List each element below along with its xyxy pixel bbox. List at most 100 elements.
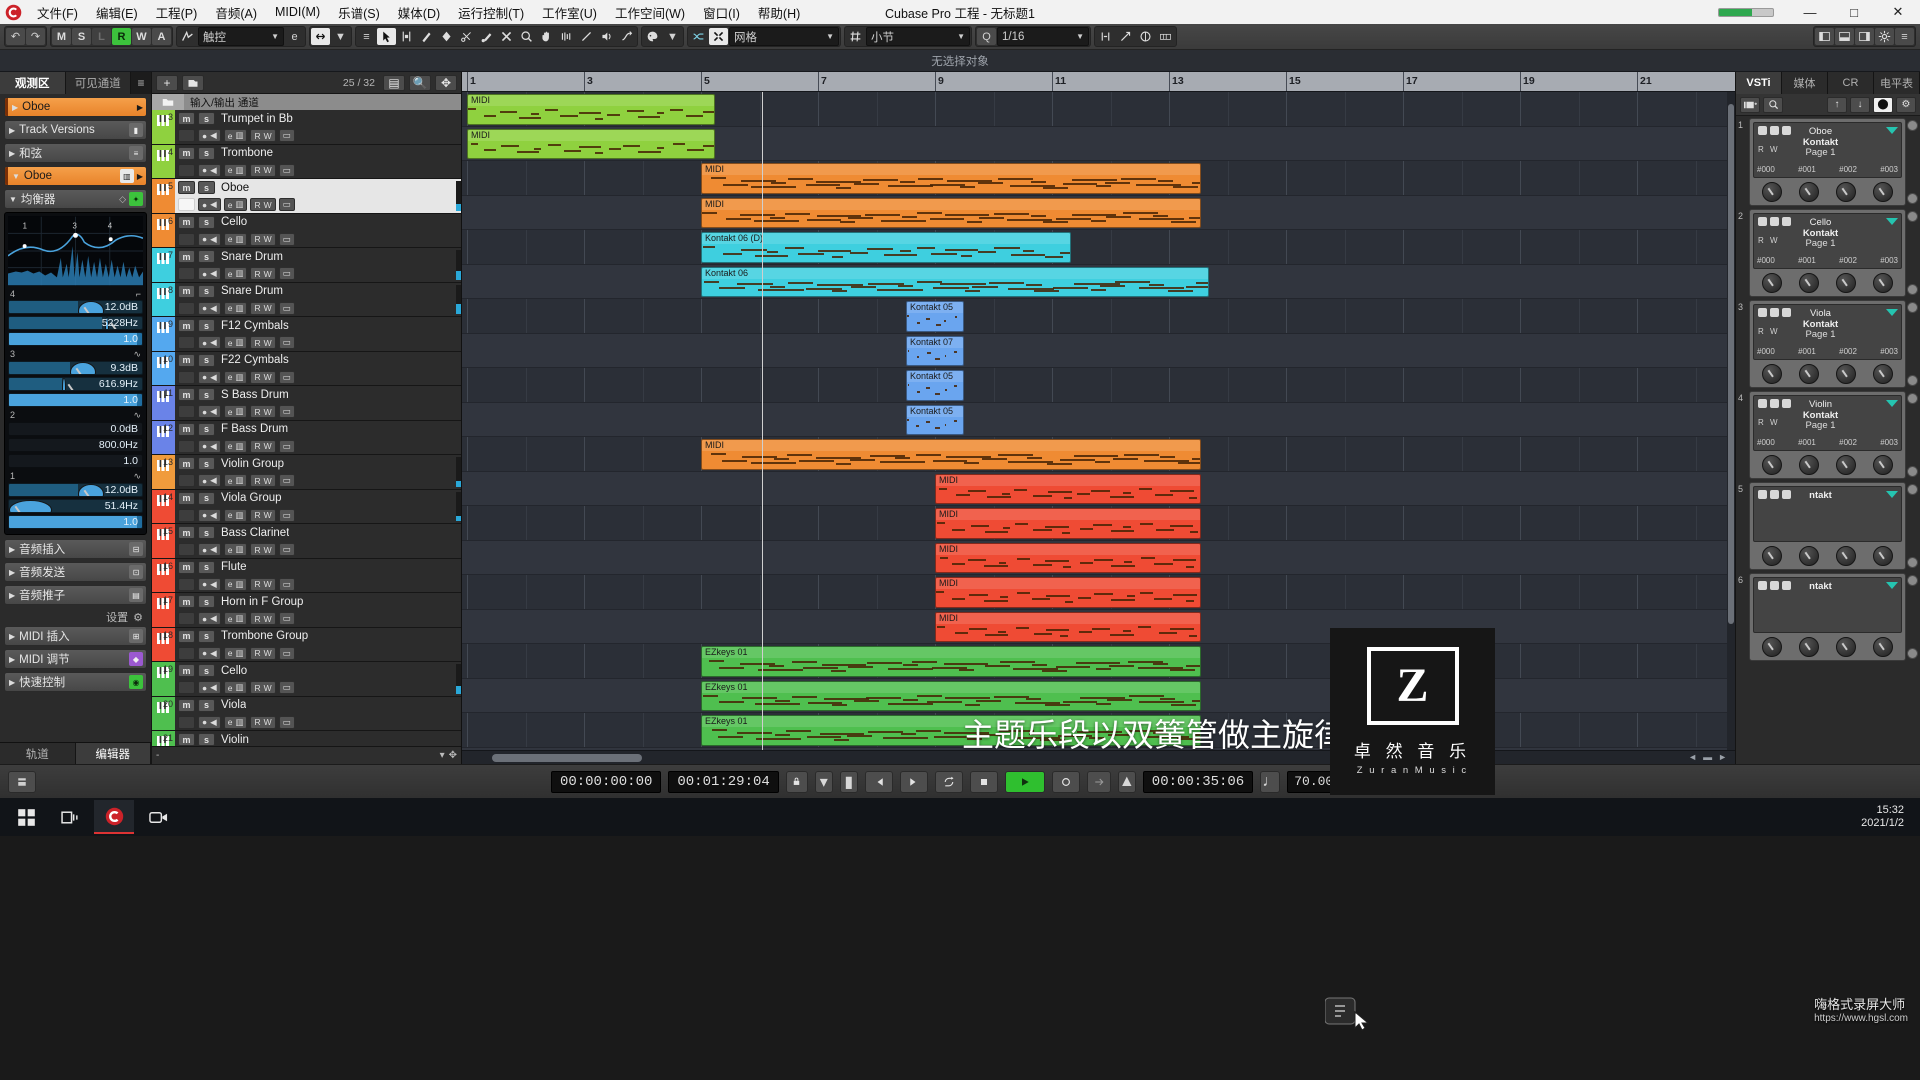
slot-display[interactable]: Oboe Kontakt R W Page 1 #000 #001 #002 #003 bbox=[1753, 122, 1902, 178]
quick-control-knob[interactable] bbox=[1873, 273, 1893, 293]
slot-display[interactable]: ntakt bbox=[1753, 577, 1902, 633]
warp-tool-icon[interactable] bbox=[617, 28, 636, 45]
table-row[interactable]: 4 m s Trombone ● ◀ e ▥ R W ▭ bbox=[152, 145, 461, 180]
eq-band-3-shape-icon[interactable]: ∿ bbox=[133, 349, 141, 360]
track-name[interactable]: Violin bbox=[221, 734, 249, 746]
slot-param[interactable]: #000 bbox=[1757, 438, 1775, 447]
midi-clip[interactable]: MIDI bbox=[701, 198, 1201, 229]
solo-button[interactable]: s bbox=[198, 112, 215, 125]
rewind-button[interactable] bbox=[865, 771, 893, 793]
solo-button[interactable]: s bbox=[198, 147, 215, 160]
eq-editor[interactable]: 1 3 4 4 ⌐ 12.0dB 5228Hz 1.0 3 ∿ 9.3dB 61… bbox=[4, 212, 147, 535]
menu-studio[interactable]: 工作室(U) bbox=[533, 1, 606, 24]
track-record-controls[interactable]: ● ◀ bbox=[198, 164, 221, 177]
minimize-button[interactable]: — bbox=[1788, 0, 1832, 24]
track-blank-slot[interactable] bbox=[178, 164, 195, 177]
track-automation-controls[interactable]: RW bbox=[250, 198, 275, 211]
track-name[interactable]: Cello bbox=[221, 665, 247, 677]
transport-menu-icon[interactable] bbox=[8, 771, 36, 793]
table-row[interactable]: 21msViolin●◀e▥RW▭ bbox=[152, 731, 461, 746]
instrument-slot[interactable]: 6 ntakt bbox=[1738, 573, 1918, 661]
inspector-section-eq[interactable]: ▼ 均衡器 ◇ ✦ bbox=[4, 189, 147, 209]
track-edit-controls[interactable]: e ▥ bbox=[224, 509, 248, 522]
automation-l[interactable]: L bbox=[92, 28, 111, 45]
slot-param[interactable]: #001 bbox=[1798, 165, 1816, 174]
track-color-strip[interactable]: 15 bbox=[152, 524, 175, 558]
add-track-button[interactable]: + bbox=[156, 75, 178, 91]
slot-panel[interactable]: Cello Kontakt R W Page 1 #000 #001 #002 #003 bbox=[1749, 209, 1906, 297]
track-color-strip[interactable]: 18 bbox=[152, 628, 175, 662]
table-row[interactable]: 9 m s F12 Cymbals ● ◀ e ▥ R W ▭ bbox=[152, 317, 461, 352]
track-filter-icon[interactable]: ▤ bbox=[383, 75, 405, 91]
track-name[interactable]: Trombone bbox=[221, 147, 273, 159]
inspector-settings-row[interactable]: 设置 ⚙ bbox=[4, 608, 147, 626]
eq-curve-display[interactable]: 1 3 4 bbox=[8, 216, 143, 286]
playhead[interactable] bbox=[762, 72, 763, 750]
instrument-slot[interactable]: 3 Viola Kontakt R W Page 1 #000 #001 #002 #003 bbox=[1738, 300, 1918, 388]
track-record-controls[interactable]: ● ◀ bbox=[198, 440, 221, 453]
slot-display[interactable]: Cello Kontakt R W Page 1 #000 #001 #002 #003 bbox=[1753, 213, 1902, 269]
quick-control-knob[interactable] bbox=[1762, 273, 1782, 293]
midi-clip[interactable]: Kontakt 05 bbox=[906, 405, 964, 436]
track-edit-controls[interactable]: e ▥ bbox=[224, 302, 248, 315]
solo-button[interactable]: s bbox=[198, 664, 215, 677]
quantize-chevron-icon[interactable]: ▼ bbox=[1076, 32, 1084, 41]
collapse-all-icon[interactable]: ⬤ bbox=[1873, 97, 1893, 113]
quick-controls-icon[interactable]: ◉ bbox=[129, 675, 143, 689]
track-blank-slot[interactable] bbox=[178, 543, 195, 556]
midi-clip[interactable]: MIDI bbox=[935, 508, 1201, 539]
mute-button[interactable]: m bbox=[178, 526, 195, 539]
track-blank-slot[interactable] bbox=[178, 336, 195, 349]
inspector-section-audio-fader[interactable]: ▶ 音频推子 ▤ bbox=[4, 585, 147, 605]
track-blank-slot[interactable] bbox=[178, 474, 195, 487]
move-up-icon[interactable]: ↑ bbox=[1827, 97, 1847, 113]
slot-param[interactable]: #000 bbox=[1757, 256, 1775, 265]
expand-arrow-icon[interactable]: ▶ bbox=[9, 126, 15, 135]
eq-band-3-q-slider[interactable]: 1.0 bbox=[8, 393, 143, 407]
track-record-controls[interactable]: ● ◀ bbox=[198, 405, 221, 418]
mute-button[interactable]: m bbox=[178, 250, 195, 263]
snap-chevron-icon[interactable]: ▼ bbox=[826, 32, 834, 41]
collapse-arrow-icon[interactable]: ▼ bbox=[9, 195, 17, 204]
track-lane-controls[interactable]: ▭ bbox=[279, 233, 295, 246]
slot-panel[interactable]: ntakt bbox=[1749, 573, 1906, 661]
track-name[interactable]: F12 Cymbals bbox=[221, 320, 289, 332]
zoom-slider-icon[interactable]: ▬ bbox=[1703, 752, 1712, 762]
midi-clip[interactable]: Kontakt 06 bbox=[701, 267, 1209, 298]
quick-control-knob[interactable] bbox=[1799, 273, 1819, 293]
slot-param[interactable]: #002 bbox=[1839, 256, 1857, 265]
menu-edit[interactable]: 编辑(E) bbox=[87, 1, 147, 24]
track-color-strip[interactable]: 19 bbox=[152, 662, 175, 696]
track-record-controls[interactable]: ● ◀ bbox=[198, 612, 221, 625]
tab-media[interactable]: 媒体 bbox=[1782, 72, 1828, 94]
midi-clip[interactable]: MIDI bbox=[467, 129, 715, 160]
quick-control-knob[interactable] bbox=[1836, 182, 1856, 202]
midi-clip[interactable]: MIDI bbox=[935, 612, 1201, 643]
menu-help[interactable]: 帮助(H) bbox=[749, 1, 809, 24]
stop-button[interactable] bbox=[970, 771, 998, 793]
bottom-tab-editor[interactable]: 编辑器 bbox=[76, 743, 152, 764]
solo-button[interactable]: s bbox=[198, 699, 215, 712]
track-color-strip[interactable]: 14 bbox=[152, 490, 175, 524]
arrange-horizontal-scrollbar[interactable]: ◄ ▬ ► bbox=[462, 750, 1735, 764]
grid-chevron-icon[interactable]: ▼ bbox=[957, 32, 965, 41]
track-edit-controls[interactable]: e ▥ bbox=[224, 440, 248, 453]
slot-param[interactable]: #003 bbox=[1880, 165, 1898, 174]
track-automation-controls[interactable]: RW bbox=[250, 612, 275, 625]
slot-param[interactable]: #001 bbox=[1798, 256, 1816, 265]
mute-button[interactable]: m bbox=[178, 181, 195, 194]
quick-control-knob[interactable] bbox=[1873, 637, 1893, 657]
track-blank-slot[interactable] bbox=[178, 612, 195, 625]
slot-scroll-handles[interactable] bbox=[1906, 391, 1918, 479]
track-name[interactable]: Snare Drum bbox=[221, 251, 283, 263]
mute-button[interactable]: m bbox=[178, 319, 195, 332]
expand-arrow-icon[interactable]: ▶ bbox=[9, 632, 15, 641]
track-name[interactable]: S Bass Drum bbox=[221, 389, 289, 401]
slot-display[interactable]: Viola Kontakt R W Page 1 #000 #001 #002 #003 bbox=[1753, 304, 1902, 360]
split-tool-icon[interactable] bbox=[457, 28, 476, 45]
search-icon[interactable] bbox=[1763, 97, 1783, 113]
track-blank-slot[interactable] bbox=[178, 681, 195, 694]
fader-icon[interactable]: ▤ bbox=[129, 588, 143, 602]
taskbar-clock[interactable]: 15:32 2021/1/2 bbox=[1861, 804, 1904, 830]
footer-chevron-icon[interactable]: ▾ bbox=[440, 750, 445, 761]
